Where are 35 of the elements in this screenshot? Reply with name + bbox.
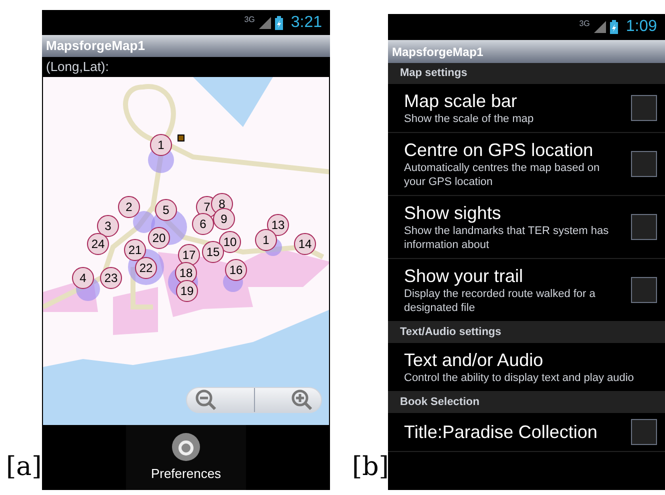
checkbox[interactable]: [631, 151, 657, 177]
title-bar: MapsforgeMap1: [42, 35, 330, 57]
gear-icon: [171, 432, 201, 462]
panel-label: [a]: [6, 451, 42, 484]
setting-summary: Display the recorded route walked for a designated file: [404, 287, 596, 315]
setting-summary: Automatically centres the map based on your GPS location: [404, 161, 601, 189]
zoom-out-icon: [195, 389, 217, 411]
setting-title: Text and/or Audio: [404, 349, 544, 371]
checkbox[interactable]: [631, 277, 657, 303]
checkbox[interactable]: [631, 419, 657, 445]
signal-icon: [594, 21, 606, 33]
setting-summary: Show the landmarks that TER system has information about: [404, 224, 610, 252]
signal-icon: [258, 16, 271, 28]
panel-label: [b]: [352, 451, 389, 484]
setting-title: Map scale bar: [404, 90, 518, 112]
checkbox[interactable]: [631, 95, 657, 121]
section-header: Text/Audio settings: [388, 322, 665, 343]
setting-title: Title:Paradise Collection: [404, 421, 598, 443]
clock: 3:21: [290, 12, 322, 32]
battery-icon: [274, 16, 283, 30]
setting-summary: Control the ability to display text and play audio: [404, 371, 635, 385]
zoom-in-icon: [291, 389, 313, 411]
preferences-button[interactable]: Preferences: [126, 425, 246, 490]
setting-title: Show sights: [404, 202, 502, 224]
clock: 1:09: [626, 17, 657, 37]
setting-title: Centre on GPS location: [404, 139, 594, 161]
setting-title: Show your trail: [404, 265, 524, 287]
setting-summary: Show the scale of the map: [404, 112, 535, 126]
network-label: 3G: [579, 20, 590, 28]
section-header: Map settings: [388, 63, 665, 84]
network-label: 3G: [244, 16, 255, 24]
section-header: Book Selection: [388, 392, 665, 413]
battery-icon: [610, 20, 618, 34]
title-bar: MapsforgeMap1: [388, 40, 665, 63]
checkbox[interactable]: [631, 214, 657, 240]
